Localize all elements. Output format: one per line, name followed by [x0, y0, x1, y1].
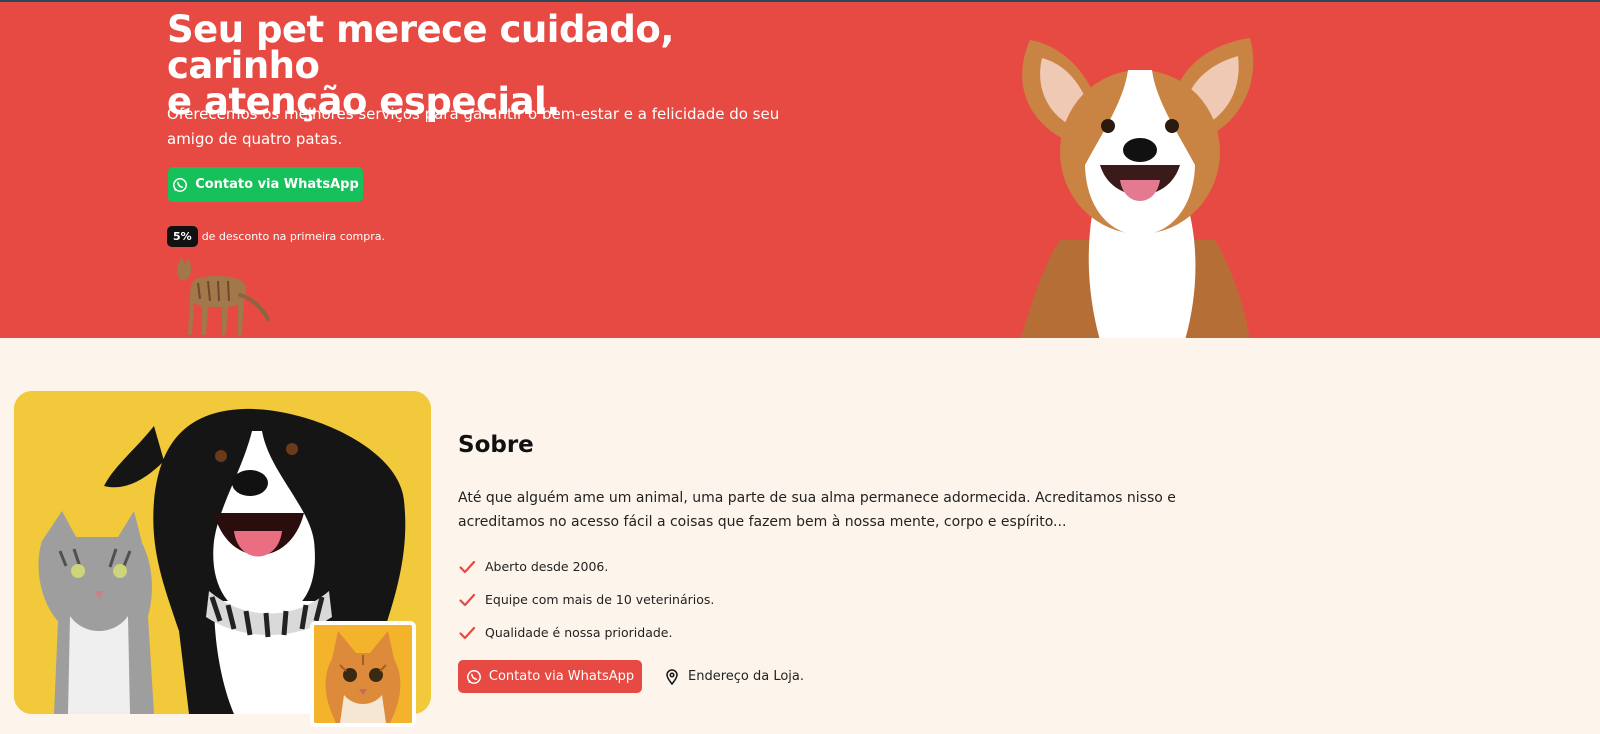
whatsapp-contact-button[interactable]: Contato via WhatsApp — [168, 167, 363, 202]
feature-list: Aberto desde 2006. Equipe com mais de 10… — [458, 550, 714, 649]
store-address-link[interactable]: Endereço da Loja. — [664, 668, 805, 685]
about-whatsapp-button[interactable]: Contato via WhatsApp — [458, 660, 642, 693]
map-pin-icon — [666, 668, 678, 685]
discount-notice: 5% de desconto na primeira compra. — [167, 226, 385, 247]
hero-subtitle: Oferecemos os melhores serviços para gar… — [167, 105, 780, 148]
about-text: Até que alguém ame um animal, uma parte … — [458, 490, 1176, 530]
whatsapp-contact-label: Contato via WhatsApp — [195, 177, 359, 192]
feature-label: Equipe com mais de 10 veterinários. — [485, 592, 715, 607]
discount-badge: 5% — [167, 226, 198, 247]
check-icon — [459, 593, 476, 606]
feature-label: Qualidade é nossa prioridade. — [485, 625, 673, 640]
list-item: Equipe com mais de 10 veterinários. — [458, 583, 714, 616]
orange-cat-illustration — [314, 625, 412, 723]
whatsapp-icon — [173, 177, 188, 192]
cat-image — [176, 257, 270, 335]
about-whatsapp-label: Contato via WhatsApp — [488, 669, 635, 684]
check-icon — [459, 626, 476, 639]
list-item: Qualidade é nossa prioridade. — [458, 616, 714, 649]
feature-label: Aberto desde 2006. — [485, 559, 609, 574]
discount-text: de desconto na primeira compra. — [201, 230, 386, 243]
orange-cat-thumbnail — [310, 621, 416, 727]
hero-title-line-1: Seu pet merece cuidado, carinho — [167, 8, 674, 87]
whatsapp-icon — [466, 669, 481, 684]
store-address-label: Endereço da Loja. — [688, 669, 805, 684]
check-icon — [459, 560, 476, 573]
list-item: Aberto desde 2006. — [458, 550, 714, 583]
corgi-dog-image — [1020, 38, 1254, 338]
about-actions: Contato via WhatsApp Endereço da Loja. — [458, 660, 804, 693]
about-title: Sobre — [458, 432, 534, 458]
hero-section: Seu pet merece cuidado, carinho e atençã… — [0, 2, 1600, 338]
